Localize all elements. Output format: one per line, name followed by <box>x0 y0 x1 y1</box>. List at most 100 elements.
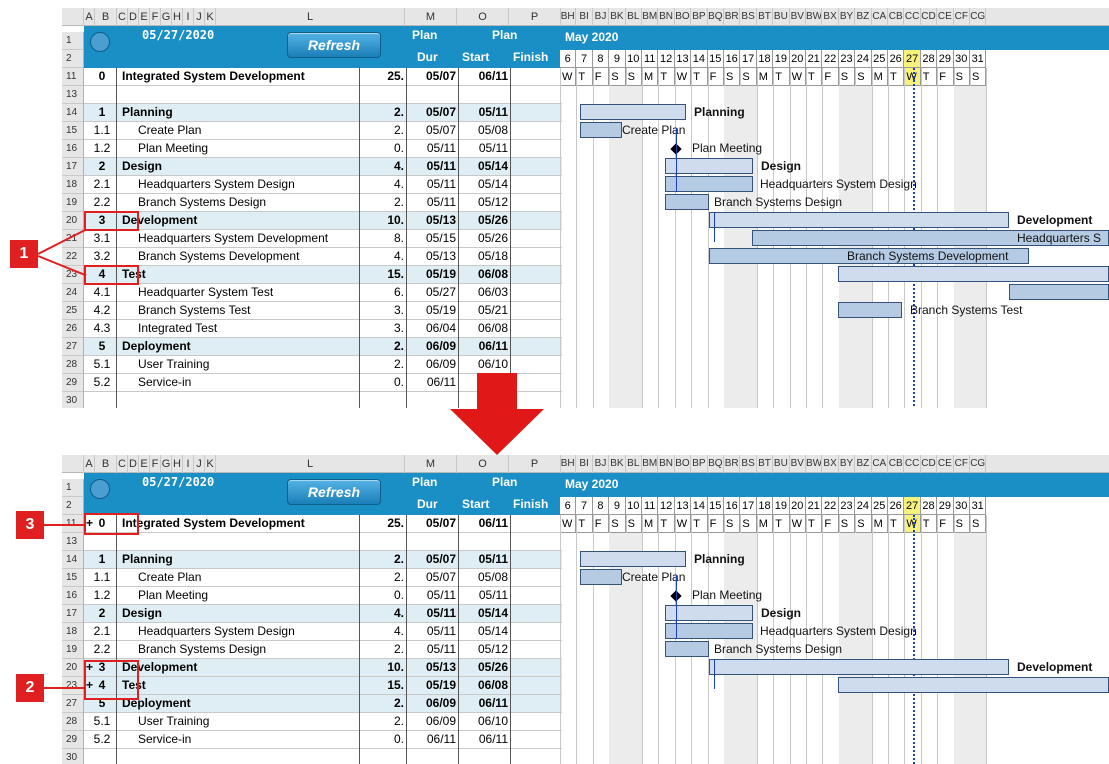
table-row[interactable]: 3.1 Headquarters System Development 8. 05/1… <box>84 230 562 248</box>
row-number[interactable]: 26 <box>62 320 84 338</box>
gantt-column-header[interactable]: BV <box>790 8 806 26</box>
table-row[interactable]: 1.1 Create Plan 2. 05/07 05/08 <box>84 122 562 140</box>
gantt-column-header[interactable]: BL <box>626 455 642 473</box>
bar-branch-design[interactable] <box>665 641 709 657</box>
gantt-column-header[interactable]: CA <box>872 455 888 473</box>
bar-development[interactable] <box>709 659 1009 675</box>
bar-branch-test[interactable] <box>838 302 902 318</box>
gantt-column-header[interactable]: BH <box>560 8 577 26</box>
refresh-button[interactable]: Refresh <box>287 479 381 505</box>
row-number[interactable]: 22 <box>62 248 84 266</box>
row-number[interactable]: 28 <box>62 356 84 374</box>
gantt-column-header[interactable]: BZ <box>855 8 872 26</box>
column-header[interactable] <box>62 455 84 473</box>
row-number[interactable]: 29 <box>62 731 84 749</box>
gantt-column-header[interactable]: BH <box>560 455 577 473</box>
row-number[interactable]: 1 <box>62 32 84 50</box>
column-header[interactable]: K <box>205 8 216 26</box>
gantt-column-header[interactable]: CE <box>937 8 954 26</box>
row-number[interactable]: 2 <box>62 497 84 515</box>
column-header[interactable]: M <box>405 455 457 473</box>
row-number[interactable]: 16 <box>62 587 84 605</box>
column-header[interactable]: J <box>194 8 205 26</box>
gantt-column-header[interactable]: BZ <box>855 455 872 473</box>
column-header[interactable]: O <box>457 8 509 26</box>
table-row[interactable]: 5.1 User Training 2. 06/09 06/10 <box>84 713 562 731</box>
column-header[interactable]: C <box>117 455 128 473</box>
refresh-button[interactable]: Refresh <box>287 32 381 58</box>
row-number[interactable]: 20 <box>62 659 84 677</box>
table-row[interactable]: 3 Development 10. 05/13 05/26 + <box>84 659 562 677</box>
gantt-column-header[interactable]: BK <box>609 455 626 473</box>
table-row[interactable]: 1.2 Plan Meeting 0. 05/11 05/11 <box>84 587 562 605</box>
column-header[interactable]: B <box>95 455 117 473</box>
table-row[interactable]: 5.1 User Training 2. 06/09 06/10 <box>84 356 562 374</box>
row-number[interactable]: 18 <box>62 176 84 194</box>
column-header[interactable]: A <box>84 8 95 26</box>
column-header[interactable]: D <box>128 8 139 26</box>
gantt-column-header[interactable]: BL <box>626 8 642 26</box>
row-number[interactable]: 19 <box>62 641 84 659</box>
gantt-column-header[interactable]: BJ <box>593 8 610 26</box>
gantt-column-header[interactable]: BQ <box>708 455 724 473</box>
gantt-column-header[interactable]: BN <box>658 455 675 473</box>
bar-development[interactable] <box>709 212 1009 228</box>
table-row[interactable]: 2 Design 4. 05/11 05/14 <box>84 158 562 176</box>
row-number[interactable]: 17 <box>62 605 84 623</box>
table-row[interactable]: 1 Planning 2. 05/07 05/11 <box>84 551 562 569</box>
column-header[interactable]: P <box>509 8 561 26</box>
table-row[interactable]: 3.2 Branch Systems Development 4. 05/13 05/1… <box>84 248 562 266</box>
gantt-column-header[interactable]: BY <box>839 455 856 473</box>
bar-test[interactable] <box>838 266 1109 282</box>
column-header[interactable]: P <box>509 455 561 473</box>
table-row[interactable] <box>84 533 562 551</box>
gantt-column-header[interactable]: BX <box>822 8 839 26</box>
gantt-column-header[interactable]: BW <box>806 455 823 473</box>
table-row[interactable]: 0 Integrated System Development 25. 05/07 06… <box>84 515 562 533</box>
bar-create-plan[interactable] <box>580 569 622 585</box>
row-number[interactable]: 27 <box>62 338 84 356</box>
row-number[interactable]: 13 <box>62 86 84 104</box>
gantt-column-header[interactable]: BS <box>740 8 757 26</box>
column-header[interactable]: J <box>194 455 205 473</box>
row-number[interactable]: 27 <box>62 695 84 713</box>
row-number[interactable]: 2 <box>62 50 84 68</box>
gantt-column-header[interactable]: CG <box>970 455 987 473</box>
column-header[interactable]: I <box>183 8 194 26</box>
gantt-column-header[interactable]: BW <box>806 8 823 26</box>
table-row[interactable]: 4.3 Integrated Test 3. 06/04 06/08 <box>84 320 562 338</box>
table-row[interactable]: 5 Deployment 2. 06/09 06/11 <box>84 695 562 713</box>
row-number[interactable]: 1 <box>62 479 84 497</box>
bar-hq-design[interactable] <box>665 623 753 639</box>
gantt-column-header[interactable]: BT <box>757 455 774 473</box>
bar-design[interactable] <box>665 605 753 621</box>
table-row[interactable]: 4.2 Branch Systems Test 3. 05/19 05/21 <box>84 302 562 320</box>
gantt-column-header[interactable]: BR <box>724 455 741 473</box>
gantt-column-header[interactable]: CF <box>954 455 970 473</box>
gantt-column-header[interactable]: BU <box>773 8 790 26</box>
gantt-column-header[interactable]: BT <box>757 8 774 26</box>
row-number[interactable]: 14 <box>62 104 84 122</box>
row-number[interactable]: 11 <box>62 68 84 86</box>
column-header[interactable]: C <box>117 8 128 26</box>
gantt-column-header[interactable]: CB <box>888 8 905 26</box>
column-header[interactable]: H <box>172 8 183 26</box>
column-header[interactable]: H <box>172 455 183 473</box>
table-row[interactable]: 2 Design 4. 05/11 05/14 <box>84 605 562 623</box>
row-number[interactable]: 25 <box>62 302 84 320</box>
table-row[interactable]: 5.2 Service-in 0. 06/11 06/11 <box>84 731 562 749</box>
gantt-column-header[interactable]: BN <box>658 8 675 26</box>
gantt-column-header[interactable]: CC <box>904 8 921 26</box>
gantt-column-header[interactable]: CD <box>921 455 938 473</box>
gantt-column-header[interactable]: BJ <box>593 455 610 473</box>
bar-hq-test[interactable] <box>1009 284 1109 300</box>
column-header[interactable]: M <box>405 8 457 26</box>
column-header[interactable]: E <box>139 455 150 473</box>
gantt-column-header[interactable]: BK <box>609 8 626 26</box>
table-row[interactable] <box>84 86 562 104</box>
row-number[interactable]: 17 <box>62 158 84 176</box>
gantt-column-header[interactable]: BS <box>740 455 757 473</box>
gantt-column-header[interactable]: CC <box>904 455 921 473</box>
bar-planning[interactable] <box>580 551 686 567</box>
bar-test[interactable] <box>838 677 1109 693</box>
